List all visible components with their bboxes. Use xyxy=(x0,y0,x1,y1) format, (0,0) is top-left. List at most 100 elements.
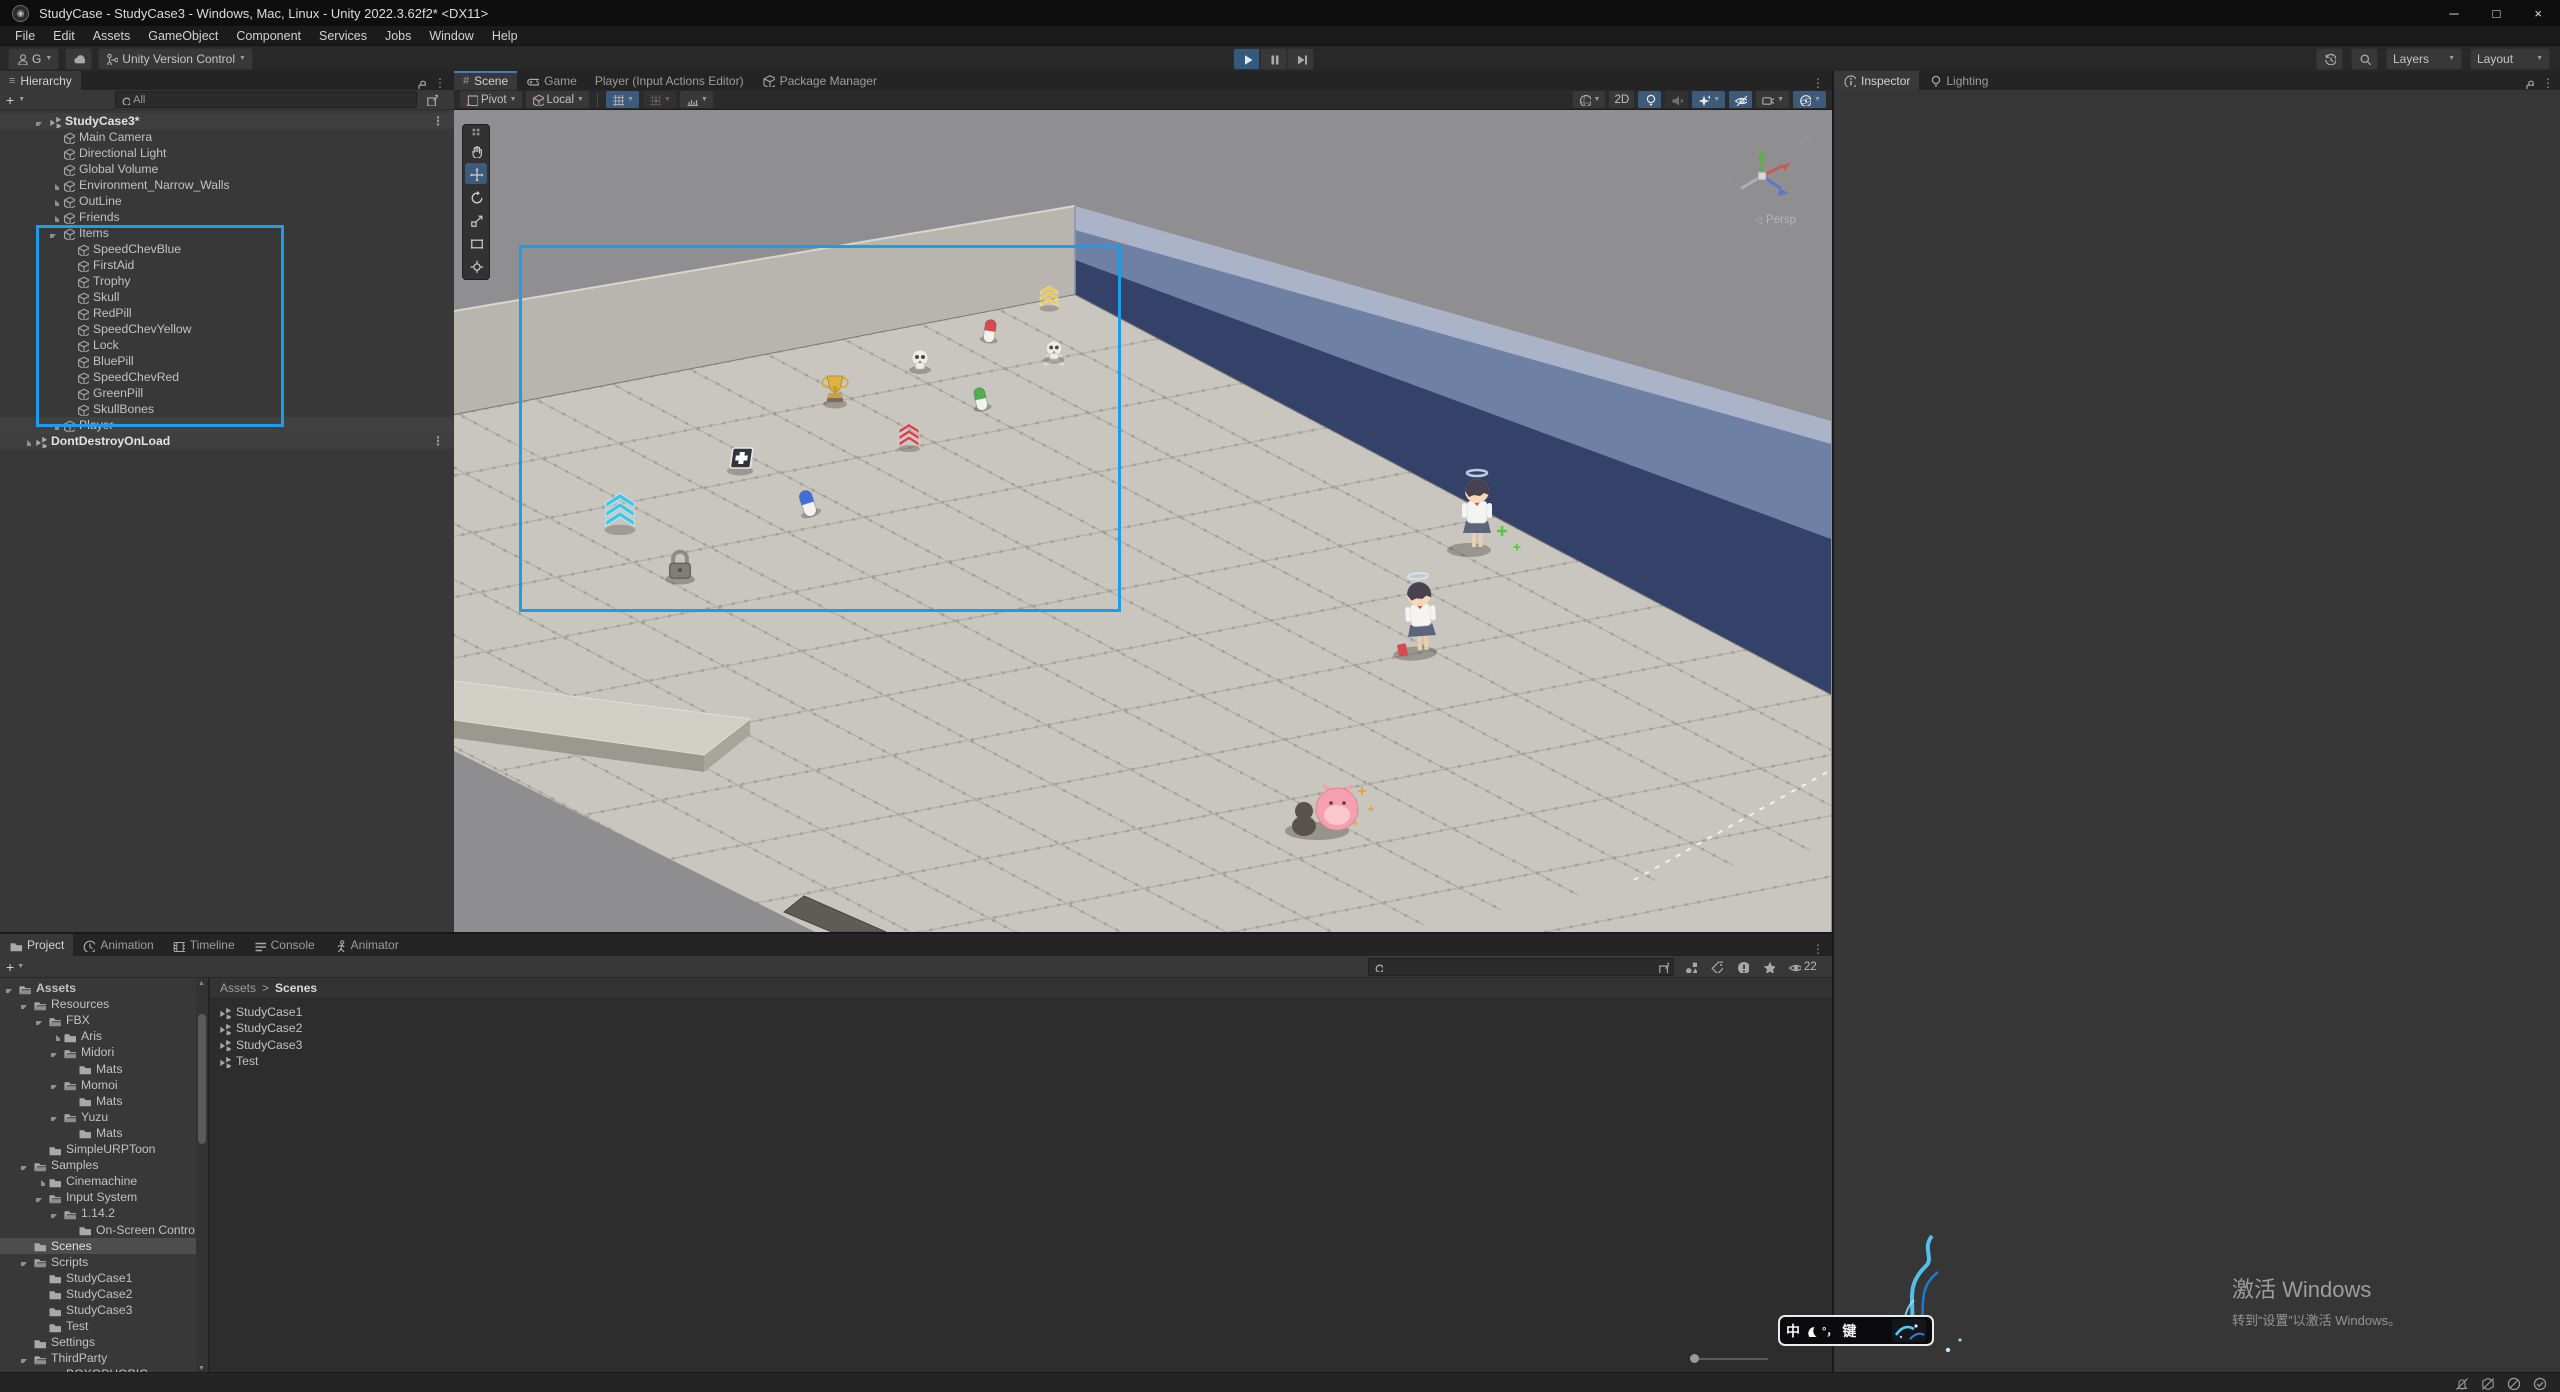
project-tree-row[interactable]: Samples xyxy=(0,1157,196,1173)
step-button[interactable] xyxy=(1287,48,1314,70)
hierarchy-row[interactable]: Main Camera xyxy=(0,129,454,145)
hierarchy-scene-header[interactable]: StudyCase3*⋮ xyxy=(0,113,454,129)
lighting-toggle-button[interactable] xyxy=(1638,91,1661,108)
version-control-button[interactable]: Unity Version Control ▼ xyxy=(98,48,253,70)
foldout-arrow-icon[interactable] xyxy=(51,1112,60,1121)
layout-dropdown[interactable]: Layout▼ xyxy=(2470,48,2550,70)
menu-item-window[interactable]: Window xyxy=(420,29,482,43)
ime-mode-label[interactable]: 中 xyxy=(1786,1321,1800,1341)
menu-item-edit[interactable]: Edit xyxy=(44,29,84,43)
blocked-icon[interactable] xyxy=(2506,1376,2520,1390)
snap-increment-button[interactable]: ▼ xyxy=(680,91,713,108)
hierarchy-row[interactable]: Friends xyxy=(0,209,454,225)
rotate-tool-button[interactable] xyxy=(465,186,487,207)
foldout-arrow-icon[interactable] xyxy=(21,1354,30,1363)
account-button[interactable]: G ▼ xyxy=(8,48,59,70)
panel-menu-icon[interactable]: ⋮ xyxy=(1812,942,1824,956)
hierarchy-row[interactable]: SpeedChevRed xyxy=(0,369,454,385)
moon-icon[interactable] xyxy=(1805,1325,1817,1337)
lock-icon[interactable] xyxy=(415,78,426,89)
hierarchy-row[interactable]: Environment_Narrow_Walls xyxy=(0,177,454,193)
foldout-arrow-icon[interactable] xyxy=(51,1032,60,1041)
foldout-arrow-icon[interactable] xyxy=(50,421,59,430)
ime-punct-label[interactable]: °， xyxy=(1822,1323,1837,1339)
hierarchy-row[interactable]: SkullBones xyxy=(0,401,454,417)
favorites-star-icon[interactable] xyxy=(1762,960,1775,973)
foldout-arrow-icon[interactable] xyxy=(22,437,31,446)
project-tree-row[interactable]: Cinemachine xyxy=(0,1173,196,1189)
undo-history-button[interactable] xyxy=(2316,48,2343,70)
project-search-input[interactable] xyxy=(1368,958,1674,976)
slider-knob[interactable] xyxy=(1690,1354,1699,1363)
foldout-arrow-icon[interactable] xyxy=(36,1177,45,1186)
camera-settings-dropdown[interactable]: ▼ xyxy=(1756,91,1789,108)
foldout-arrow-icon[interactable] xyxy=(21,1000,30,1009)
add-object-button[interactable]: + xyxy=(6,92,14,108)
menu-item-gameobject[interactable]: GameObject xyxy=(139,29,227,43)
project-tree-row[interactable]: Settings xyxy=(0,1334,196,1350)
foldout-arrow-icon[interactable] xyxy=(36,1016,45,1025)
asset-row[interactable]: Test xyxy=(218,1053,258,1069)
foldout-arrow-icon[interactable] xyxy=(51,1080,60,1089)
project-tree-row[interactable]: Mats xyxy=(0,1093,196,1109)
project-tree-row[interactable]: Midori xyxy=(0,1044,196,1060)
perspective-label[interactable]: ◁ Persp xyxy=(1755,214,1796,226)
play-button[interactable] xyxy=(1233,48,1260,70)
scene-menu-icon[interactable]: ⋮ xyxy=(432,114,444,128)
pivot-toggle-button[interactable]: Pivot ▼ xyxy=(460,91,522,108)
asset-zoom-slider[interactable] xyxy=(1690,1354,1768,1364)
hierarchy-dontdestroy-header[interactable]: DontDestroyOnLoad⋮ xyxy=(0,433,454,449)
local-toggle-button[interactable]: Local ▼ xyxy=(526,91,589,108)
hierarchy-row[interactable]: RedPill xyxy=(0,305,454,321)
project-tree-row[interactable]: StudyCase1 xyxy=(0,1270,196,1286)
project-tree-row[interactable]: StudyCase2 xyxy=(0,1286,196,1302)
hierarchy-row[interactable]: OutLine xyxy=(0,193,454,209)
hidden-objects-button[interactable] xyxy=(1729,91,1752,108)
project-tree-row[interactable]: SimpleURPToon xyxy=(0,1141,196,1157)
hierarchy-row[interactable]: Lock xyxy=(0,337,454,353)
foldout-arrow-icon[interactable] xyxy=(50,213,59,222)
project-tree-row[interactable]: ThirdParty xyxy=(0,1350,196,1366)
hierarchy-row[interactable]: SpeedChevBlue xyxy=(0,241,454,257)
hidden-count-badge[interactable]: 22 xyxy=(1788,960,1817,973)
menu-item-services[interactable]: Services xyxy=(310,29,376,43)
add-asset-button[interactable]: + xyxy=(6,959,14,975)
project-tree-row[interactable]: Yuzu xyxy=(0,1109,196,1125)
foldout-arrow-icon[interactable] xyxy=(6,984,15,993)
hierarchy-row[interactable]: Items xyxy=(0,225,454,241)
hierarchy-row[interactable]: Global Volume xyxy=(0,161,454,177)
notifications-muted-icon[interactable] xyxy=(2454,1376,2468,1390)
layers-dropdown[interactable]: Layers▼ xyxy=(2386,48,2462,70)
status-ok-icon[interactable] xyxy=(2532,1376,2546,1390)
hierarchy-row[interactable]: Trophy xyxy=(0,273,454,289)
tab-scene[interactable]: # Scene xyxy=(454,71,517,90)
grid-snap-button[interactable]: ▼ xyxy=(606,91,639,108)
cloud-button[interactable] xyxy=(65,48,92,70)
project-tree-row[interactable]: Input System xyxy=(0,1189,196,1205)
foldout-arrow-icon[interactable] xyxy=(50,197,59,206)
tab-game[interactable]: Game xyxy=(517,71,586,90)
tab-package-manager[interactable]: Package Manager xyxy=(753,71,886,90)
project-tree-row[interactable]: Assets xyxy=(0,980,196,996)
hierarchy-row[interactable]: FirstAid xyxy=(0,257,454,273)
tab-player-input-actions[interactable]: Player (Input Actions Editor) xyxy=(586,71,753,90)
scrollbar-thumb[interactable] xyxy=(198,1014,206,1144)
hierarchy-search-input[interactable]: All xyxy=(115,91,417,108)
menu-item-jobs[interactable]: Jobs xyxy=(376,29,420,43)
ime-keyboard-label[interactable]: 键 xyxy=(1842,1321,1856,1341)
breadcrumb-root[interactable]: Assets xyxy=(220,981,256,995)
tab-timeline[interactable]: Timeline xyxy=(163,934,244,956)
lock-icon[interactable] xyxy=(2523,78,2534,89)
project-tree-scrollbar[interactable]: ▲ ▼ xyxy=(196,978,208,1374)
search-by-label-icon[interactable] xyxy=(1710,960,1723,973)
project-tree-row[interactable]: StudyCase3 xyxy=(0,1302,196,1318)
tab-animator[interactable]: Animator xyxy=(324,934,408,956)
scroll-down-icon[interactable]: ▼ xyxy=(198,1365,205,1372)
draw-mode-dropdown[interactable]: ▼ xyxy=(1573,91,1606,108)
project-tree-row[interactable]: FBX xyxy=(0,1012,196,1028)
foldout-arrow-icon[interactable] xyxy=(51,1209,60,1218)
menu-item-assets[interactable]: Assets xyxy=(84,29,140,43)
foldout-arrow-icon[interactable] xyxy=(50,181,59,190)
scroll-up-icon[interactable]: ▲ xyxy=(198,980,205,987)
menu-item-help[interactable]: Help xyxy=(483,29,527,43)
